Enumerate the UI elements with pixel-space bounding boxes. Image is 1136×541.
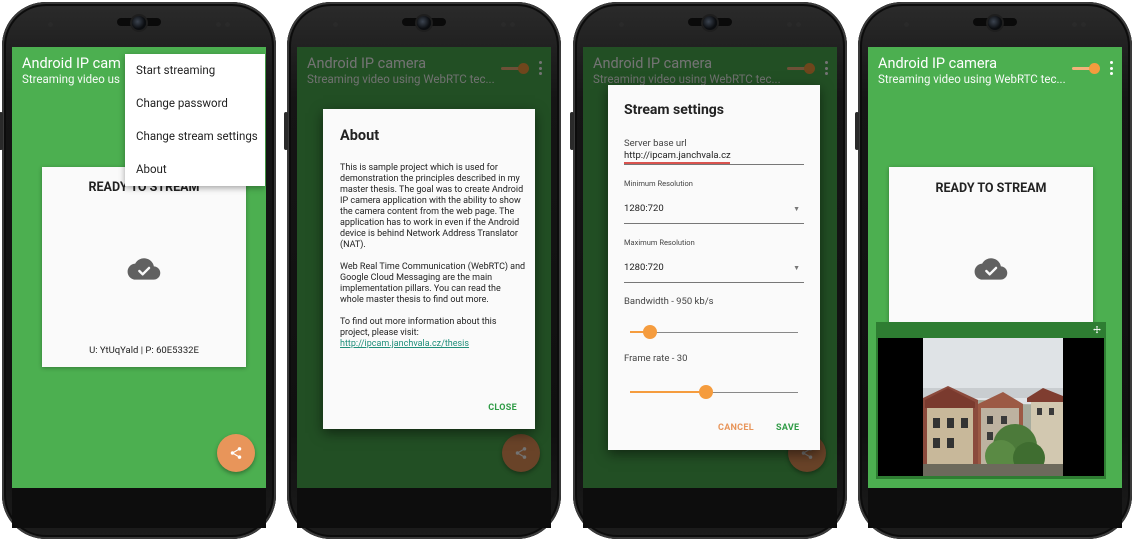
phone-nav-bar <box>583 488 837 528</box>
video-preview-panel[interactable] <box>876 322 1106 479</box>
framerate-label: Frame rate - 30 <box>624 353 688 364</box>
move-icon[interactable] <box>1092 325 1102 335</box>
cloud-done-icon <box>974 258 1008 280</box>
chevron-down-icon[interactable]: ▼ <box>793 264 800 272</box>
phone-sensor <box>510 22 515 27</box>
stream-credentials: U: YtUqYald | P: 60E5332E <box>89 345 199 356</box>
phone-side-button <box>855 112 859 150</box>
phone-sensor <box>48 22 53 27</box>
camera-frame-image <box>923 338 1063 476</box>
cloud-done-icon <box>127 258 161 280</box>
phone-mockup-1: Android IP cam Streaming video us READY … <box>0 2 276 539</box>
server-url-label: Server base url <box>624 138 687 149</box>
phone-sensor <box>787 22 792 27</box>
about-paragraph: This is sample project which is used for… <box>340 163 524 250</box>
about-paragraph: Web Real Time Communication (WebRTC) and… <box>340 262 526 305</box>
screen-stream-settings: Android IP camera Streaming video using … <box>583 47 837 488</box>
share-button[interactable] <box>217 434 255 472</box>
server-url-input[interactable]: http://ipcam.janchvala.cz <box>624 150 731 161</box>
thesis-link[interactable]: http://ipcam.janchvala.cz/thesis <box>340 339 469 349</box>
menu-item-start-streaming[interactable]: Start streaming <box>125 54 265 87</box>
screen-main-menu-open: Android IP cam Streaming video us READY … <box>12 47 266 488</box>
menu-item-about[interactable]: About <box>125 153 265 186</box>
app-subtitle: Streaming video using WebRTC tec... <box>878 72 1066 86</box>
camera-video <box>878 338 1104 476</box>
phone-mockup-4: Android IP camera Streaming video using … <box>855 2 1132 539</box>
phone-sensor <box>619 22 624 27</box>
phone-sensor <box>1081 22 1086 27</box>
more-vert-icon[interactable] <box>1110 61 1114 75</box>
status-card-title: READY TO STREAM <box>935 181 1047 196</box>
chevron-down-icon[interactable]: ▼ <box>793 205 800 213</box>
max-resolution-underline <box>624 282 804 283</box>
phone-sensor <box>333 22 338 27</box>
phone-front-camera <box>988 16 1002 30</box>
framerate-slider-fill <box>630 391 706 393</box>
phone-nav-bar <box>12 488 266 528</box>
framerate-slider-thumb[interactable] <box>698 385 713 399</box>
screen-streaming: Android IP camera Streaming video using … <box>868 47 1122 488</box>
phone-mockup-3: Android IP camera Streaming video using … <box>570 2 847 539</box>
phone-sensor <box>904 22 909 27</box>
status-card: READY TO STREAM U: YtUqYald | P: 60E5332… <box>42 167 246 367</box>
server-url-underline <box>624 164 804 165</box>
phone-nav-bar <box>868 488 1122 528</box>
about-dialog-title: About <box>340 127 380 144</box>
phone-mockup-2: Android IP camera Streaming video using … <box>284 2 561 539</box>
phone-sensor <box>796 22 801 27</box>
max-resolution-select[interactable]: 1280:720 <box>624 262 664 273</box>
phone-sensor <box>216 22 221 27</box>
min-resolution-label: Minimum Resolution <box>624 179 693 188</box>
overflow-menu: Start streaming Change password Change s… <box>125 54 265 186</box>
phone-side-button <box>284 112 288 150</box>
about-dialog-body: This is sample project which is used for… <box>340 163 526 361</box>
app-bar: Android IP camera Streaming video using … <box>868 47 1122 103</box>
min-resolution-select[interactable]: 1280:720 <box>624 203 664 214</box>
menu-item-change-password[interactable]: Change password <box>125 87 265 120</box>
phone-nav-bar <box>297 488 551 528</box>
phone-front-camera <box>132 16 146 30</box>
phone-sensor <box>501 22 506 27</box>
max-resolution-label: Maximum Resolution <box>624 238 695 247</box>
about-dialog: About This is sample project which is us… <box>323 109 535 429</box>
share-icon <box>230 447 242 459</box>
phone-front-camera <box>703 16 717 30</box>
bandwidth-slider-thumb[interactable] <box>643 325 658 339</box>
stream-settings-title: Stream settings <box>624 102 724 118</box>
phone-front-camera <box>417 16 431 30</box>
menu-item-change-stream-settings[interactable]: Change stream settings <box>125 120 265 153</box>
about-paragraph-text: To find out more information about this … <box>340 317 497 338</box>
streaming-toggle[interactable] <box>1072 63 1100 74</box>
save-button[interactable]: SAVE <box>776 423 799 433</box>
about-paragraph: To find out more information about this … <box>340 317 526 350</box>
phone-sensor <box>225 22 230 27</box>
cancel-button[interactable]: CANCEL <box>718 423 754 433</box>
phone-side-button <box>570 112 574 150</box>
bandwidth-label: Bandwidth - 950 kb/s <box>624 296 714 307</box>
status-card: READY TO STREAM <box>889 167 1093 327</box>
phone-side-button <box>0 112 3 150</box>
stream-settings-dialog: Stream settings Server base url http://i… <box>608 85 820 450</box>
screen-about-dialog: Android IP camera Streaming video using … <box>297 47 551 488</box>
close-button[interactable]: CLOSE <box>488 403 517 413</box>
min-resolution-underline <box>624 223 804 224</box>
phone-sensor <box>1072 22 1077 27</box>
